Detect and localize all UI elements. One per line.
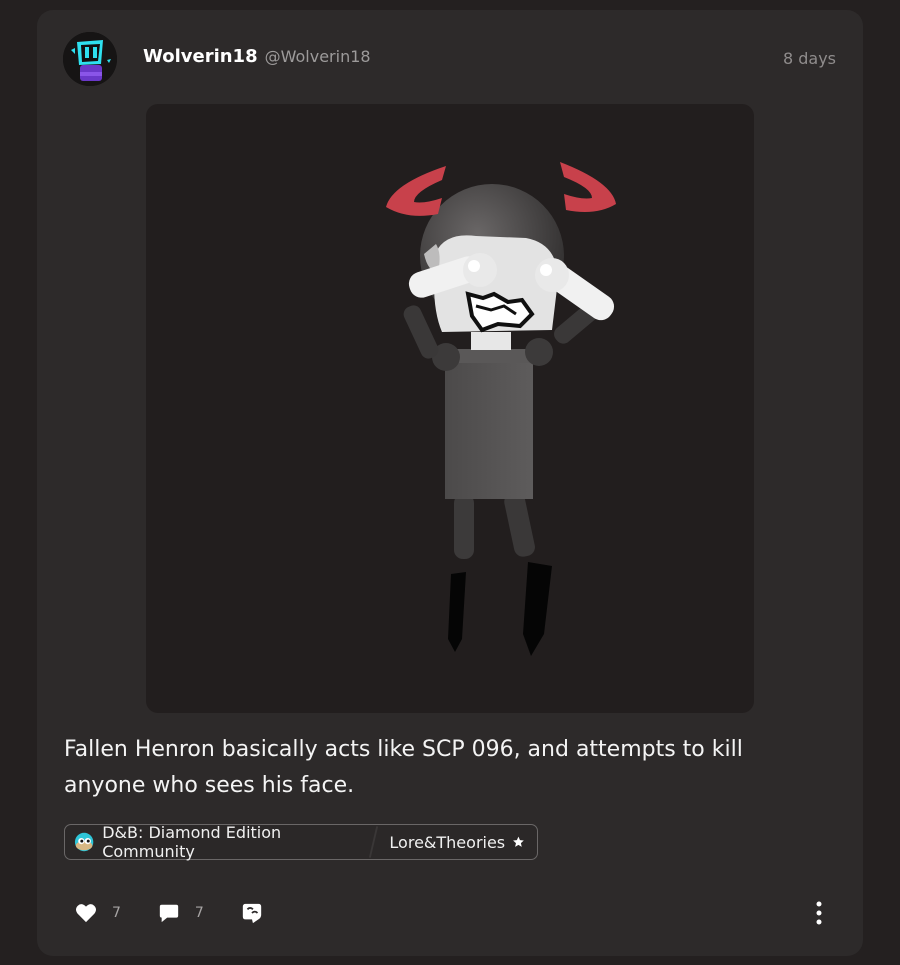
post-actions: 7 7 [75,899,263,927]
category-name: Lore&Theories [389,832,506,852]
community-name: D&B: Diamond Edition Community [102,823,282,861]
star-icon [513,836,524,847]
avatar-image [63,32,117,86]
post-body-text: Fallen Henron basically acts like SCP 09… [64,737,743,798]
community-tag[interactable]: D&B: Diamond Edition Community Lore&Theo… [64,823,538,861]
heart-icon [76,904,96,923]
post-card: Wolverin18 @Wolverin18 8 days Fallen Hen… [37,10,863,956]
repost-button[interactable] [241,902,263,924]
repost-icon [242,903,262,924]
author-info: Wolverin18 @Wolverin18 [143,46,371,70]
fallen-henron-figure [386,162,616,656]
like-button[interactable]: 7 [75,903,121,923]
author-name[interactable]: Wolverin18 [143,46,258,67]
author-avatar[interactable] [63,32,117,86]
comment-button[interactable]: 7 [158,902,204,924]
like-count: 7 [112,905,121,921]
more-vertical-icon[interactable] [813,901,825,925]
comment-bubble-icon [159,904,179,923]
post-image[interactable] [146,104,754,713]
author-handle: @Wolverin18 [264,47,371,66]
post-timestamp: 8 days [782,49,836,68]
comment-count: 7 [194,905,204,921]
pill-divider [369,826,379,858]
community-icon [74,832,94,852]
